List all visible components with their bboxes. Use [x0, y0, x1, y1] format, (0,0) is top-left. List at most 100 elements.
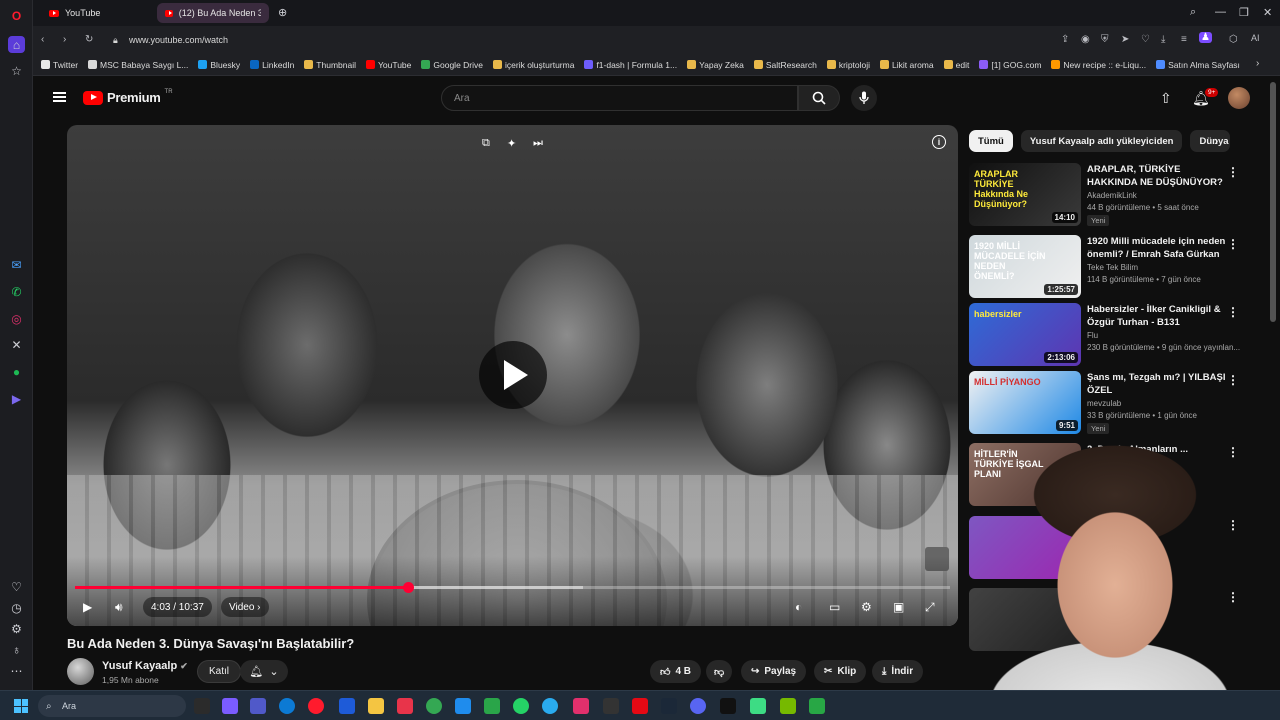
recommendation-title[interactable]: ARAPLAR, TÜRKİYE HAKKINDA NE DÜŞÜNÜYOR? … [1087, 163, 1227, 189]
recommendation-channel[interactable]: Teke Tek Bilim [1087, 263, 1138, 272]
recommendation-channel[interactable]: mevzulab [1087, 399, 1121, 408]
ai-sparkle-icon[interactable]: ✦ [507, 137, 516, 150]
download-icon[interactable]: ⤓ [1161, 34, 1165, 45]
tiktok-icon[interactable] [720, 698, 736, 714]
windows-start-icon[interactable] [14, 699, 28, 713]
bookmark-item[interactable]: Yapay Zeka [687, 60, 744, 70]
menu-icon[interactable]: ≡ [1181, 34, 1187, 45]
recommendation-thumbnail[interactable]: habersizler 2:13:06 [969, 303, 1081, 366]
bookmark-item[interactable]: Likit aroma [880, 60, 934, 70]
more-options-icon[interactable]: ⋮ [1227, 373, 1239, 387]
bookmarks-overflow-icon[interactable]: › [1256, 58, 1259, 69]
task-view-icon[interactable] [194, 698, 210, 714]
close-window-icon[interactable]: ✕ [1263, 6, 1272, 19]
whatsapp-icon[interactable] [513, 698, 529, 714]
bookmark-item[interactable]: LinkedIn [250, 60, 294, 70]
play-icon[interactable]: ▶ [83, 600, 92, 614]
more-icon[interactable]: ⋯ [8, 662, 25, 679]
url-field[interactable]: 🔒︎ www.youtube.com/watch [109, 30, 1109, 50]
ai-button[interactable]: AI [1251, 33, 1260, 43]
like-button[interactable]: 👍︎ 4 B [650, 660, 702, 683]
xbox-icon[interactable] [484, 698, 500, 714]
messenger-icon[interactable]: ✉ [8, 256, 25, 273]
account-avatar[interactable] [1228, 87, 1250, 109]
bookmark-item[interactable]: edit [943, 60, 969, 70]
upload-icon[interactable]: ⇧ [1160, 90, 1172, 107]
chapter-button[interactable]: Video › [221, 597, 269, 617]
camera-icon[interactable]: ◉ [1081, 34, 1090, 45]
share-button[interactable]: ↪ Paylaş [741, 660, 807, 683]
android-icon[interactable] [750, 698, 766, 714]
recommendation-item[interactable]: MİLLİ PİYANGO 9:51 Şans mı, Tezgah mı? | Y… [969, 371, 1244, 435]
reload-icon[interactable]: ↻ [85, 34, 93, 45]
netflix-icon[interactable] [632, 698, 648, 714]
scrubber-handle[interactable] [402, 582, 414, 593]
steam-icon[interactable] [661, 698, 677, 714]
extensions-icon[interactable]: ⬡ [1229, 34, 1238, 45]
fullscreen-icon[interactable]: ⤢ [925, 600, 935, 615]
page-scrollbar[interactable] [1270, 82, 1276, 322]
chrome-icon[interactable] [426, 698, 442, 714]
history-icon[interactable]: ◷ [8, 599, 25, 616]
theater-mode-icon[interactable]: ▣ [893, 600, 904, 614]
teams-icon[interactable] [250, 698, 266, 714]
bookmark-item[interactable]: Thumbnail [304, 60, 356, 70]
send-icon[interactable]: ➤ [1121, 34, 1129, 45]
profile-icon[interactable]: ♟ [1199, 32, 1212, 43]
share-icon[interactable]: ⇪ [1061, 34, 1069, 45]
join-button[interactable]: Katıl [197, 660, 242, 683]
aria-icon[interactable]: ▶ [8, 390, 25, 407]
bookmark-item[interactable]: Twitter [41, 60, 78, 70]
hamburger-menu-icon[interactable] [53, 92, 66, 102]
star-icon[interactable]: ☆ [8, 62, 25, 79]
bookmark-item[interactable]: Google Drive [421, 60, 483, 70]
video-player[interactable]: ⧉ ✦ ⏭ i ▶ 🔊︎ 4:03 / 10:37 Video › ◐ ▭ ⚙ … [67, 125, 958, 626]
subscribed-bell-button[interactable]: 🔔︎ ⌄ [240, 660, 288, 683]
tab-search-icon[interactable]: ⌕ [1190, 6, 1196, 19]
epic-games-icon[interactable] [603, 698, 619, 714]
clip-button[interactable]: ✂ Klip [814, 660, 867, 683]
chip-all[interactable]: Tümü [969, 130, 1013, 152]
big-play-button[interactable] [479, 341, 547, 409]
heart-icon[interactable]: ♡ [1141, 34, 1150, 45]
more-options-icon[interactable]: ⋮ [1227, 237, 1239, 251]
download-button[interactable]: ⤓ İndir [872, 660, 924, 683]
chips-next-icon[interactable]: › [1214, 133, 1218, 148]
recommendation-title[interactable]: Habersizler - İlker Canikligil & Özgür T… [1087, 303, 1227, 329]
file-explorer-icon[interactable] [368, 698, 384, 714]
chip-from-uploader[interactable]: Yusuf Kayaalp adlı yükleyiciden [1020, 130, 1183, 152]
instagram-icon[interactable] [573, 698, 589, 714]
edge-icon[interactable] [279, 698, 295, 714]
bookmark-item[interactable]: MSC Babaya Saygı L... [88, 60, 188, 70]
recommendation-thumbnail[interactable]: MİLLİ PİYANGO 9:51 [969, 371, 1081, 434]
search-input[interactable]: Ara [441, 85, 798, 111]
opera-logo-icon[interactable]: O [8, 7, 25, 24]
back-icon[interactable]: ‹ [41, 34, 44, 45]
app-red-icon[interactable] [397, 698, 413, 714]
skip-icon[interactable]: ⏭ [533, 137, 543, 150]
recommendation-title[interactable]: 1920 Milli mücadele için neden önemli? /… [1087, 235, 1227, 261]
bookmark-item[interactable]: içerik oluşturturma [493, 60, 574, 70]
recommendation-title[interactable]: Şans mı, Tezgah mı? | YILBAŞI ÖZEL [1087, 371, 1227, 397]
bookmark-item[interactable]: f1-dash | Formula 1... [584, 60, 677, 70]
heart-icon[interactable]: ♡ [8, 578, 25, 595]
recommendation-item[interactable]: 1920 MİLLİ MÜCADELE İÇİN NEDEN ÖNEMLİ? 1:… [969, 235, 1244, 299]
recommendation-thumbnail[interactable]: 1920 MİLLİ MÜCADELE İÇİN NEDEN ÖNEMLİ? 1:… [969, 235, 1081, 298]
bookmark-item[interactable]: YouTube [365, 60, 411, 70]
bookmark-item[interactable]: kriptoloji [826, 60, 870, 70]
forward-icon[interactable]: › [63, 34, 66, 45]
subtitles-icon[interactable]: ▭ [829, 600, 840, 614]
settings-gear-icon[interactable]: ⚙ [861, 600, 872, 614]
more-options-icon[interactable]: ⋮ [1227, 165, 1239, 179]
recommendation-item[interactable]: habersizler 2:13:06 Habersizler - İlker Ca… [969, 303, 1244, 367]
app-green-icon[interactable] [809, 698, 825, 714]
youtube-logo[interactable]: Premium TR [83, 89, 173, 105]
app-blue-icon[interactable] [455, 698, 471, 714]
taskbar-search-input[interactable]: ⌕ Ara [38, 695, 186, 717]
search-button[interactable] [798, 85, 840, 111]
channel-name[interactable]: Yusuf Kayaalp ✔ [102, 660, 188, 672]
chip-world[interactable]: Dünya [1190, 130, 1231, 152]
voice-search-button[interactable] [851, 85, 877, 111]
bulb-icon[interactable]: ♁ [8, 641, 25, 658]
spotify-icon[interactable]: ● [8, 363, 25, 380]
